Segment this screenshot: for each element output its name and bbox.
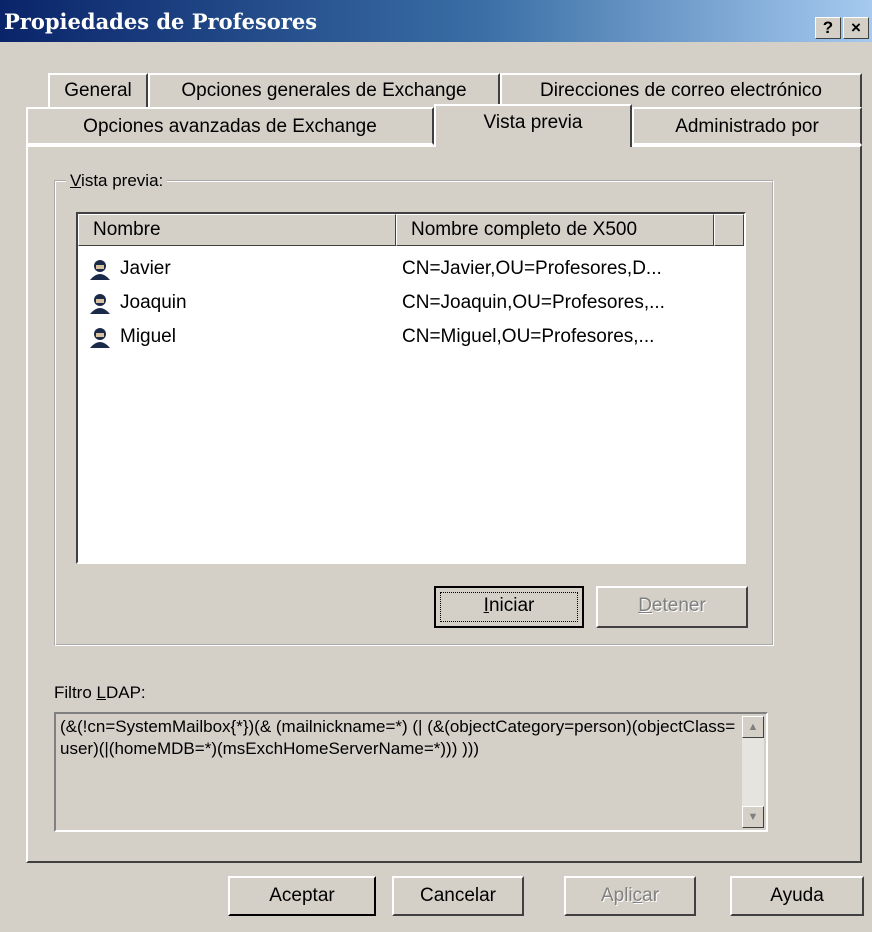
window-title: Propiedades de Profesores	[4, 9, 318, 34]
user-icon	[90, 294, 110, 314]
scroll-down-icon[interactable]: ▼	[742, 806, 764, 828]
user-x500: CN=Javier,OU=Profesores,D...	[402, 258, 662, 279]
ldap-filter-text: (&(!cn=SystemMailbox{*})(& (mailnickname…	[60, 717, 736, 758]
ok-button[interactable]: Aceptar	[228, 876, 376, 916]
tab-general[interactable]: General	[48, 73, 148, 107]
scroll-up-icon[interactable]: ▲	[742, 716, 764, 738]
column-header-name[interactable]: Nombre	[78, 214, 396, 246]
tab-preview[interactable]: Vista previa	[434, 104, 632, 147]
user-icon	[90, 328, 110, 348]
tab-email-addresses[interactable]: Direcciones de correo electrónico	[500, 73, 862, 107]
help-dialog-button[interactable]: Ayuda	[730, 876, 864, 916]
user-icon	[90, 260, 110, 280]
ldap-filter-field[interactable]: (&(!cn=SystemMailbox{*})(& (mailnickname…	[54, 712, 768, 832]
user-name: Javier	[120, 258, 171, 279]
help-button[interactable]: ?	[815, 17, 841, 39]
user-x500: CN=Joaquin,OU=Profesores,...	[402, 292, 665, 313]
column-header-filler	[714, 214, 744, 246]
list-item[interactable]: Javier CN=Javier,OU=Profesores,D...	[84, 254, 724, 284]
column-header-x500[interactable]: Nombre completo de X500	[396, 214, 714, 246]
user-name: Joaquin	[120, 292, 187, 313]
cancel-button[interactable]: Cancelar	[392, 876, 524, 916]
user-x500: CN=Miguel,OU=Profesores,...	[402, 326, 655, 347]
title-bar: Propiedades de Profesores ? ×	[0, 0, 872, 42]
stop-button[interactable]: Detener	[596, 586, 748, 628]
start-button[interactable]: Iniciar	[434, 586, 584, 628]
user-name: Miguel	[120, 326, 176, 347]
tab-managed-by[interactable]: Administrado por	[632, 107, 862, 145]
apply-button[interactable]: Aplicar	[564, 876, 696, 916]
list-item[interactable]: Joaquin CN=Joaquin,OU=Profesores,...	[84, 288, 724, 318]
ldap-filter-label: Filtro LDAP:	[54, 683, 146, 702]
preview-list[interactable]: Nombre Nombre completo de X500 Javier CN…	[76, 212, 746, 564]
ldap-scrollbar[interactable]: ▲ ▼	[742, 716, 764, 828]
preview-group-label: Vista previa:	[66, 171, 168, 191]
tab-exchange-advanced[interactable]: Opciones avanzadas de Exchange	[26, 107, 434, 145]
close-button[interactable]: ×	[843, 17, 869, 39]
list-item[interactable]: Miguel CN=Miguel,OU=Profesores,...	[84, 322, 724, 352]
tab-exchange-general[interactable]: Opciones generales de Exchange	[148, 73, 500, 107]
